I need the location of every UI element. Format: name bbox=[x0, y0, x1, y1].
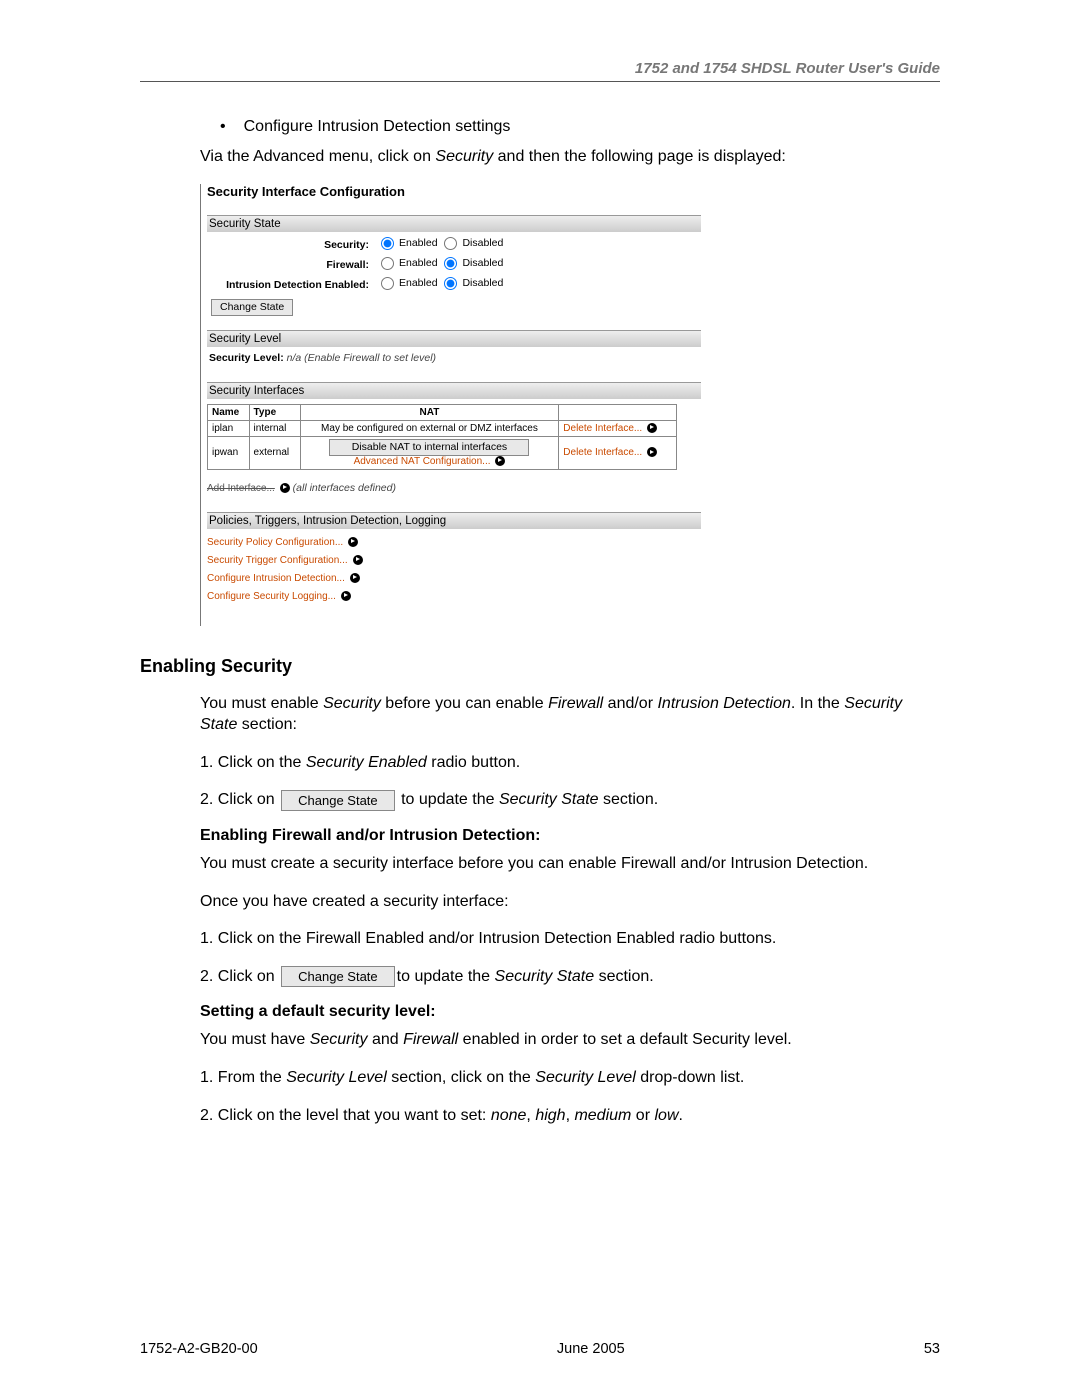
ids-enabled-radio[interactable] bbox=[381, 277, 394, 290]
fw-intro: You must create a security interface bef… bbox=[200, 853, 940, 875]
arrow-icon bbox=[353, 555, 363, 565]
th-name: Name bbox=[208, 404, 250, 420]
step-1: 1. Click on the Security Enabled radio b… bbox=[200, 752, 940, 774]
footer-center: June 2005 bbox=[557, 1341, 625, 1357]
table-row: ipwan external Disable NAT to internal i… bbox=[208, 436, 677, 469]
level-step-2: 2. Click on the level that you want to s… bbox=[200, 1105, 940, 1127]
enable-intro: You must enable Security before you can … bbox=[200, 693, 940, 736]
arrow-icon bbox=[350, 573, 360, 583]
table-row: iplan internal May be configured on exte… bbox=[208, 420, 677, 436]
page-header: 1752 and 1754 SHDSL Router User's Guide bbox=[140, 60, 940, 82]
security-state-head: Security State bbox=[207, 215, 701, 233]
arrow-icon bbox=[647, 423, 657, 433]
fw-step-1: 1. Click on the Firewall Enabled and/or … bbox=[200, 928, 940, 950]
fw-once: Once you have created a security interfa… bbox=[200, 891, 940, 913]
level-value: n/a (Enable Firewall to set level) bbox=[287, 352, 436, 364]
intro-text: Via the Advanced menu, click on Security… bbox=[200, 146, 940, 168]
arrow-icon bbox=[348, 537, 358, 547]
step-2: 2. Click on Change State to update the S… bbox=[200, 789, 940, 811]
arrow-icon bbox=[495, 456, 505, 466]
bullet-item: • Configure Intrusion Detection settings bbox=[220, 118, 940, 136]
change-state-inline-button[interactable]: Change State bbox=[281, 790, 395, 811]
footer-right: 53 bbox=[924, 1341, 940, 1357]
config-panel: Security Interface Configuration Securit… bbox=[200, 184, 701, 626]
advanced-nat-link[interactable]: Advanced NAT Configuration... bbox=[354, 456, 491, 467]
level-step-1: 1. From the Security Level section, clic… bbox=[200, 1067, 940, 1089]
sub-heading-level: Setting a default security level: bbox=[200, 1003, 940, 1021]
add-interface-note: (all interfaces defined) bbox=[293, 482, 396, 494]
add-interface-link: Add Interface... bbox=[207, 483, 275, 494]
opt-enabled: Enabled bbox=[399, 237, 438, 249]
policy-config-link[interactable]: Security Policy Configuration... bbox=[207, 537, 343, 548]
firewall-enabled-radio[interactable] bbox=[381, 257, 394, 270]
page-footer: 1752-A2-GB20-00 June 2005 53 bbox=[140, 1341, 940, 1357]
logging-config-link[interactable]: Configure Security Logging... bbox=[207, 591, 336, 602]
fw-step-2: 2. Click on Change Stateto update the Se… bbox=[200, 966, 940, 988]
opt-disabled: Disabled bbox=[462, 237, 503, 249]
policies-head: Policies, Triggers, Intrusion Detection,… bbox=[207, 512, 701, 530]
arrow-icon bbox=[647, 447, 657, 457]
arrow-icon bbox=[280, 483, 290, 493]
firewall-label: Firewall: bbox=[207, 255, 375, 275]
security-level-head: Security Level bbox=[207, 330, 701, 348]
disable-nat-button[interactable]: Disable NAT to internal interfaces bbox=[329, 439, 529, 456]
arrow-icon bbox=[341, 591, 351, 601]
ids-label: Intrusion Detection Enabled: bbox=[207, 275, 375, 295]
intrusion-config-link[interactable]: Configure Intrusion Detection... bbox=[207, 573, 345, 584]
trigger-config-link[interactable]: Security Trigger Configuration... bbox=[207, 555, 348, 566]
delete-interface-link[interactable]: Delete Interface... bbox=[563, 447, 642, 458]
enabling-security-heading: Enabling Security bbox=[140, 656, 940, 677]
interfaces-table: Name Type NAT iplan internal May be conf… bbox=[207, 404, 677, 470]
security-disabled-radio[interactable] bbox=[444, 237, 457, 250]
security-enabled-radio[interactable] bbox=[381, 237, 394, 250]
ids-disabled-radio[interactable] bbox=[444, 277, 457, 290]
bullet-text: Configure Intrusion Detection settings bbox=[244, 118, 511, 136]
change-state-inline-button[interactable]: Change State bbox=[281, 966, 395, 987]
bullet-icon: • bbox=[220, 118, 226, 136]
change-state-button[interactable]: Change State bbox=[211, 299, 293, 316]
sub-heading-firewall: Enabling Firewall and/or Intrusion Detec… bbox=[200, 827, 940, 845]
th-nat: NAT bbox=[300, 404, 559, 420]
level-intro: You must have Security and Firewall enab… bbox=[200, 1029, 940, 1051]
th-type: Type bbox=[249, 404, 300, 420]
security-label: Security: bbox=[207, 235, 375, 255]
delete-interface-link[interactable]: Delete Interface... bbox=[563, 423, 642, 434]
footer-left: 1752-A2-GB20-00 bbox=[140, 1341, 258, 1357]
firewall-disabled-radio[interactable] bbox=[444, 257, 457, 270]
security-interfaces-head: Security Interfaces bbox=[207, 382, 701, 400]
panel-title: Security Interface Configuration bbox=[207, 184, 701, 199]
level-label: Security Level: bbox=[209, 352, 284, 364]
